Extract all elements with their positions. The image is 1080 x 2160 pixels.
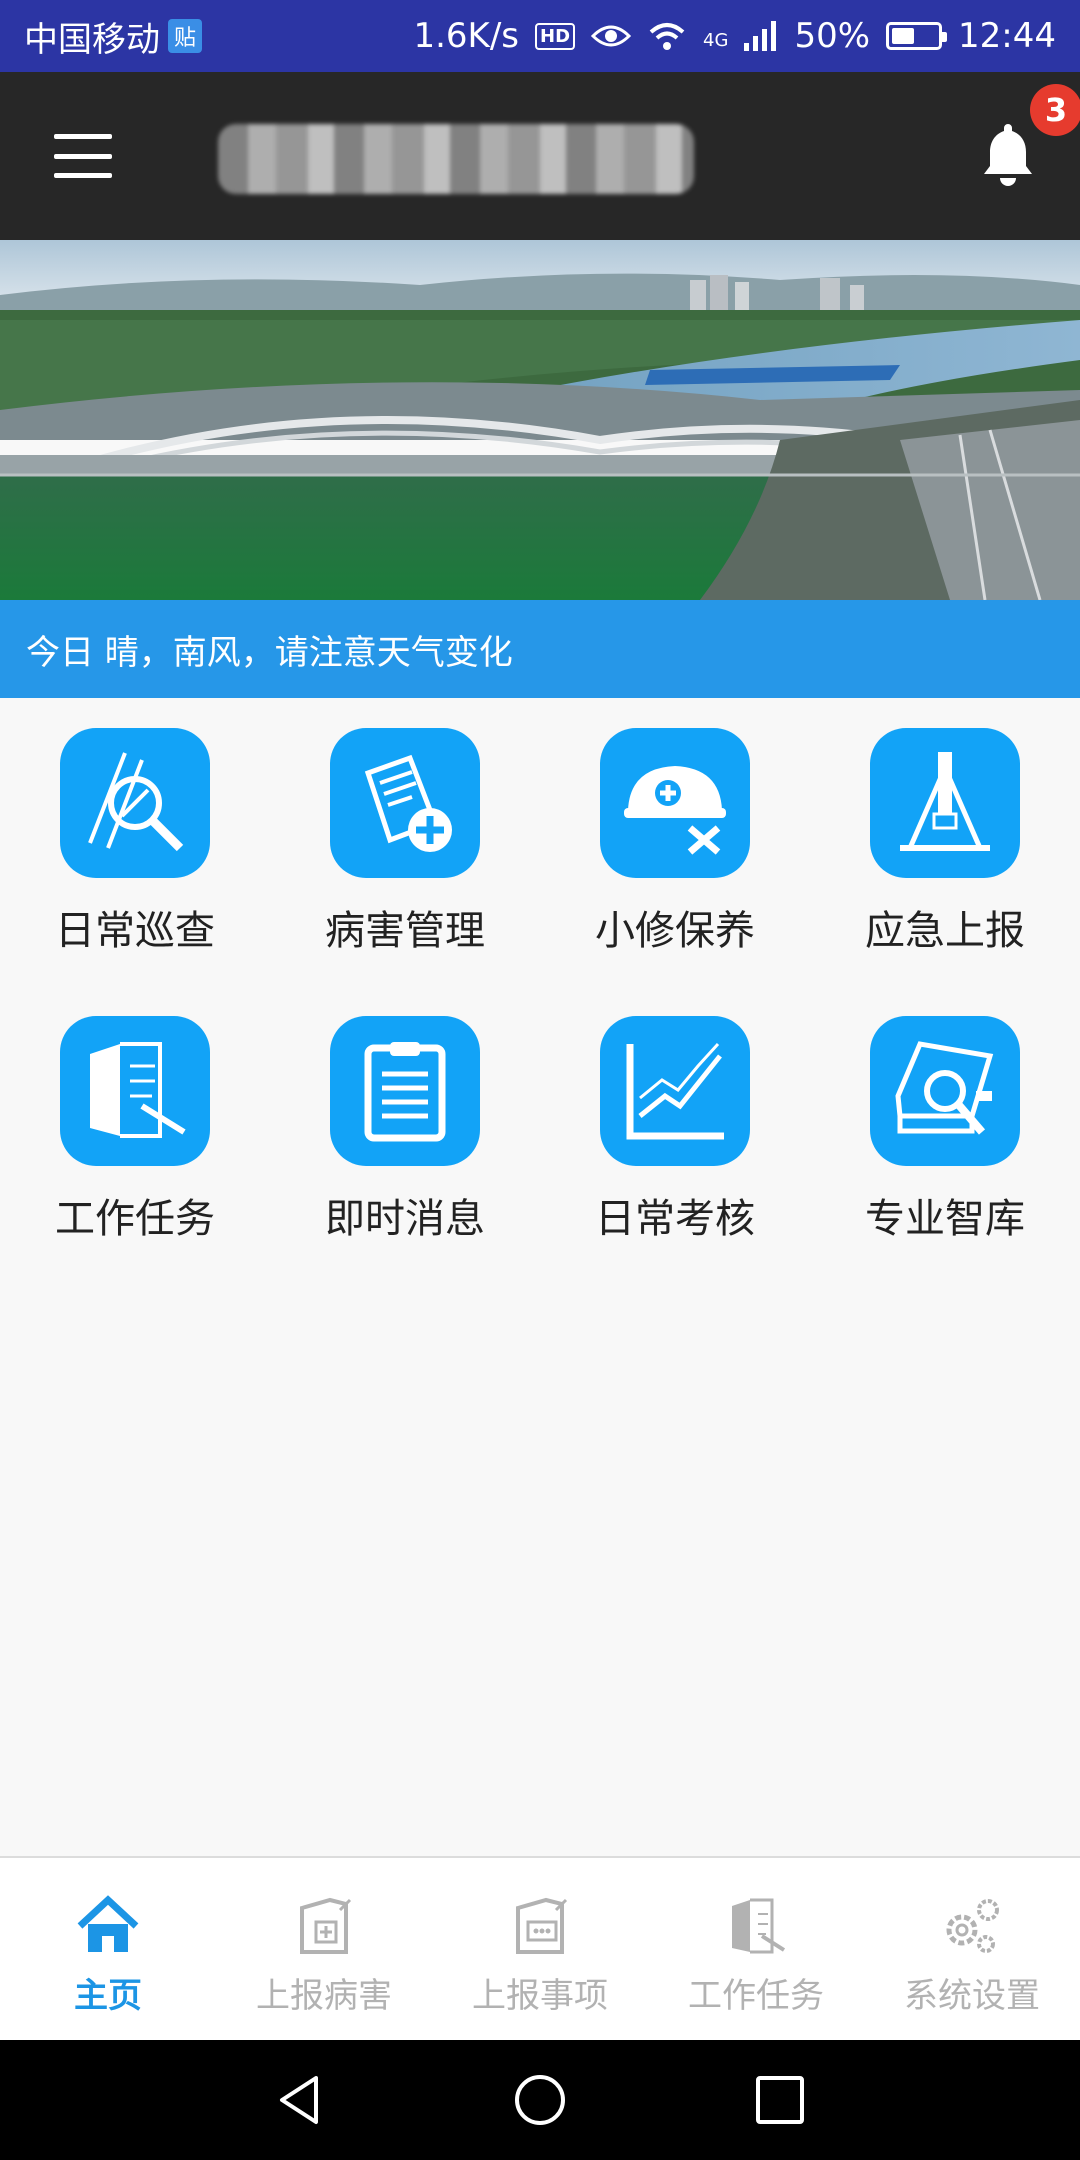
damage-document-add-icon bbox=[330, 728, 480, 878]
app-title-redacted bbox=[218, 124, 694, 194]
carrier-name: 中国移动 bbox=[24, 19, 160, 60]
feature-minor-repair[interactable]: 小修保养 bbox=[540, 698, 810, 978]
weather-notice: 今日 晴，南风，请注意天气变化 bbox=[0, 600, 1080, 698]
tab-report-damage[interactable]: 上报病害 bbox=[216, 1858, 432, 2042]
feature-label: 专业智库 bbox=[865, 1196, 1025, 1242]
feature-instant-message[interactable]: 即时消息 bbox=[270, 986, 540, 1266]
hd-icon: HD bbox=[535, 22, 576, 50]
tab-label: 系统设置 bbox=[904, 1976, 1040, 2016]
tab-report-item[interactable]: 上报事项 bbox=[432, 1858, 648, 2042]
battery-icon bbox=[886, 22, 948, 50]
home-circle-icon[interactable] bbox=[510, 2070, 570, 2130]
feature-label: 日常巡查 bbox=[55, 908, 215, 954]
weather-text: 今日 晴，南风，请注意天气变化 bbox=[26, 632, 513, 673]
report-item-icon bbox=[516, 1897, 568, 1954]
tab-label: 上报事项 bbox=[472, 1976, 608, 2016]
home-icon bbox=[77, 1895, 139, 1952]
tab-work-tasks[interactable]: 工作任务 bbox=[648, 1858, 864, 2042]
clipboard-message-icon bbox=[330, 1016, 480, 1166]
helmet-wrench-icon bbox=[600, 728, 750, 878]
library-search-icon bbox=[870, 1016, 1020, 1166]
tab-label: 工作任务 bbox=[688, 1976, 824, 2016]
network-speed: 1.6K/s bbox=[413, 16, 520, 56]
feature-daily-assessment[interactable]: 日常考核 bbox=[540, 986, 810, 1266]
task-book-icon bbox=[60, 1016, 210, 1166]
tab-label: 主页 bbox=[74, 1976, 142, 2016]
system-navigation-bar bbox=[0, 2040, 1080, 2160]
tieba-notification-icon: 贴 bbox=[168, 19, 202, 53]
battery-fill bbox=[892, 28, 915, 44]
back-icon[interactable] bbox=[270, 2070, 330, 2130]
feature-daily-patrol[interactable]: 日常巡查 bbox=[0, 698, 270, 978]
banner-image bbox=[0, 240, 1080, 600]
task-icon bbox=[732, 1898, 786, 1954]
feature-label: 工作任务 bbox=[55, 1196, 215, 1242]
feature-work-tasks[interactable]: 工作任务 bbox=[0, 986, 270, 1266]
recents-square-icon[interactable] bbox=[750, 2070, 810, 2130]
tab-label: 上报病害 bbox=[256, 1976, 392, 2016]
signal-icon bbox=[744, 21, 777, 51]
patrol-search-icon bbox=[60, 728, 210, 878]
feature-label: 即时消息 bbox=[325, 1196, 485, 1242]
feature-damage-management[interactable]: 病害管理 bbox=[270, 698, 540, 978]
notification-badge: 3 bbox=[1030, 84, 1080, 136]
report-damage-icon bbox=[300, 1897, 352, 1954]
app-bar bbox=[0, 72, 1080, 240]
bottom-tab-bar: 主页 上报病害 上报事项 工作任务 系统设置 bbox=[0, 1856, 1080, 2040]
feature-label: 应急上报 bbox=[865, 908, 1025, 954]
battery-percent: 50% bbox=[794, 16, 871, 56]
tab-system-settings[interactable]: 系统设置 bbox=[864, 1858, 1080, 2042]
tab-home[interactable]: 主页 bbox=[0, 1858, 216, 2042]
status-bar: 中国移动 贴 1.6K/s HD 4G 50% 12:44 bbox=[0, 0, 1080, 72]
emergency-pole-icon bbox=[870, 728, 1020, 878]
feature-label: 小修保养 bbox=[595, 908, 755, 954]
bell-icon[interactable] bbox=[980, 120, 1036, 190]
feature-emergency-report[interactable]: 应急上报 bbox=[810, 698, 1080, 978]
clock: 12:44 bbox=[958, 16, 1056, 56]
feature-label: 日常考核 bbox=[595, 1196, 755, 1242]
settings-gears-icon bbox=[946, 1899, 999, 1953]
eye-icon bbox=[591, 25, 632, 47]
network-type: 4G bbox=[703, 30, 729, 51]
feature-label: 病害管理 bbox=[325, 908, 485, 954]
feature-professional-library[interactable]: 专业智库 bbox=[810, 986, 1080, 1266]
hamburger-menu-icon[interactable] bbox=[54, 134, 112, 178]
wifi-icon bbox=[649, 23, 685, 50]
line-chart-icon bbox=[600, 1016, 750, 1166]
